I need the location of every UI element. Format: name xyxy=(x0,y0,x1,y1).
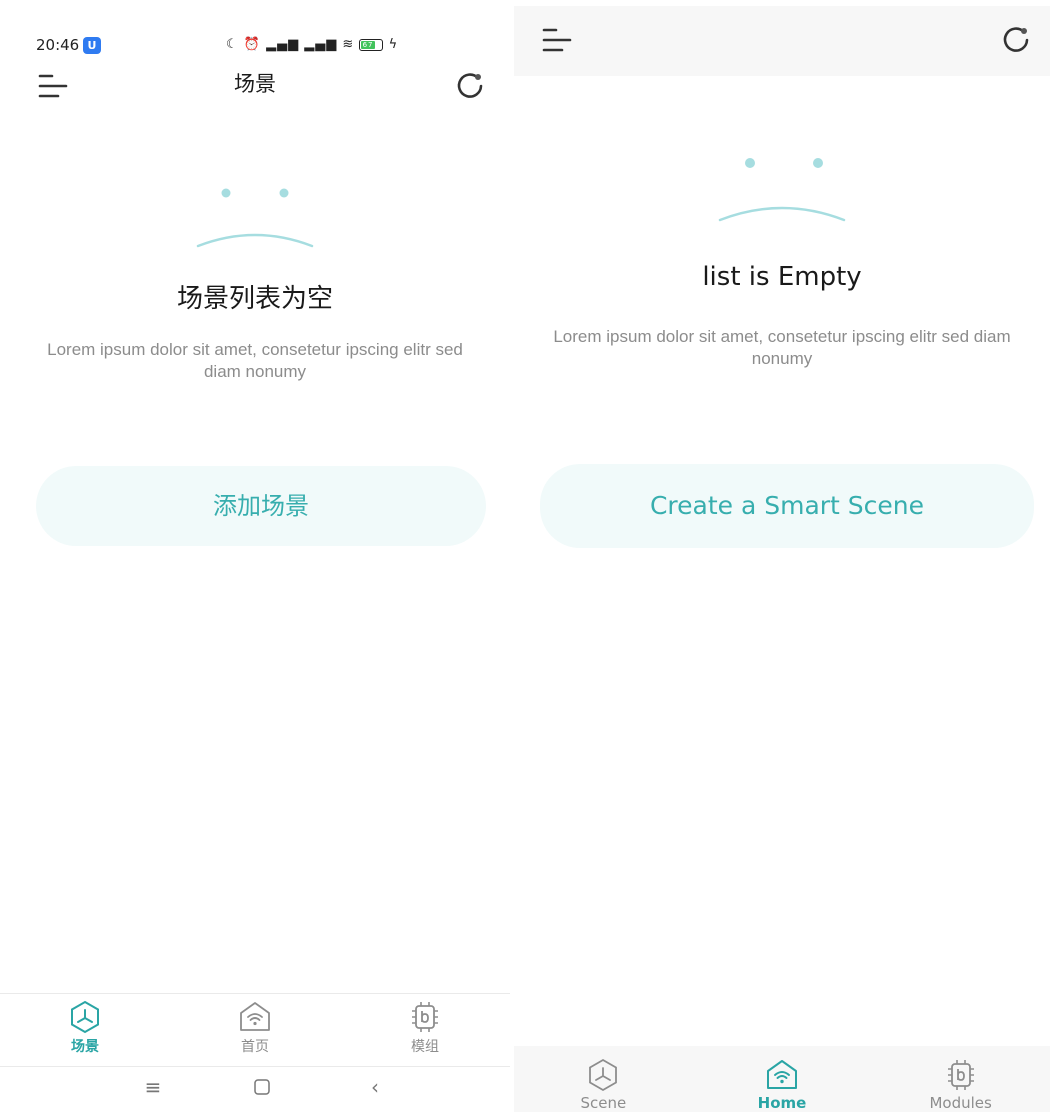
left-screen: 20:46 U ☾ ⏰ ▂▄▆ ▂▄▆ ≋ 67 ϟ 场景 场景列表为空 Lor… xyxy=(0,0,510,1112)
nav-label-modules: 模组 xyxy=(411,1039,439,1055)
home-wifi-icon xyxy=(766,1060,797,1089)
home-wifi-icon xyxy=(240,1002,270,1031)
empty-state: list is Empty Lorem ipsum dolor sit amet… xyxy=(514,150,1050,370)
nav-label-scene: Scene xyxy=(580,1094,627,1112)
bottom-nav-divider xyxy=(0,993,510,994)
battery-icon: 67 xyxy=(359,38,384,51)
sad-face-icon xyxy=(196,188,314,248)
menu-drawer-icon[interactable] xyxy=(36,68,76,108)
nav-item-scene[interactable]: 场景 xyxy=(25,1000,145,1062)
signal-icon: ▂▄▆ xyxy=(266,37,300,52)
notification-app-icon: U xyxy=(83,37,101,54)
signal-icon-2: ▂▄▆ xyxy=(304,37,338,52)
app-bar: 场景 xyxy=(0,62,510,122)
nav-label-home: 首页 xyxy=(241,1039,269,1055)
menu-icon[interactable]: ≡ xyxy=(138,1072,168,1102)
modules-chip-icon xyxy=(947,1060,974,1090)
refresh-icon[interactable] xyxy=(452,68,492,108)
wifi-icon: ≋ xyxy=(342,37,355,52)
charging-icon: ϟ xyxy=(388,37,399,52)
create-smart-scene-button[interactable]: Create a Smart Scene xyxy=(540,464,1034,548)
right-screen: list is Empty Lorem ipsum dolor sit amet… xyxy=(514,0,1050,1112)
empty-title: list is Empty xyxy=(702,262,862,292)
empty-description: Lorem ipsum dolor sit amet, consetetur i… xyxy=(553,327,1011,368)
empty-state: 场景列表为空 Lorem ipsum dolor sit amet, conse… xyxy=(0,180,510,383)
menu-drawer-icon[interactable] xyxy=(540,22,580,62)
nav-item-home[interactable]: Home xyxy=(722,1046,842,1112)
nav-item-modules[interactable]: 模组 xyxy=(365,1000,485,1062)
modules-chip-icon xyxy=(412,1002,438,1032)
system-nav-bar: ≡ ‹ xyxy=(0,1068,510,1112)
status-icons: ☾ ⏰ ▂▄▆ ▂▄▆ ≋ 67 ϟ xyxy=(226,37,398,52)
add-scene-button[interactable]: 添加场景 xyxy=(36,466,486,546)
back-icon[interactable]: ‹ xyxy=(360,1072,390,1102)
bottom-nav: 场景 首页 模组 xyxy=(0,1000,510,1062)
status-bar: 20:46 U ☾ ⏰ ▂▄▆ ▂▄▆ ≋ 67 ϟ xyxy=(0,36,510,62)
nav-item-scene[interactable]: Scene xyxy=(543,1046,663,1112)
app-bar xyxy=(514,6,1050,76)
home-square-icon[interactable] xyxy=(247,1072,277,1102)
scene-icon xyxy=(71,1000,99,1034)
scene-icon xyxy=(589,1058,618,1092)
nav-item-modules[interactable]: Modules xyxy=(901,1046,1021,1112)
page-title: 场景 xyxy=(234,72,276,96)
empty-description: Lorem ipsum dolor sit amet, consetetur i… xyxy=(47,340,463,381)
sad-face-icon xyxy=(718,158,846,222)
nav-item-home[interactable]: 首页 xyxy=(195,1000,315,1062)
system-nav-divider xyxy=(0,1066,510,1067)
refresh-icon[interactable] xyxy=(998,22,1038,62)
status-time: 20:46 xyxy=(36,36,80,54)
alarm-icon: ⏰ xyxy=(243,37,261,52)
moon-icon: ☾ xyxy=(226,37,239,52)
nav-label-modules: Modules xyxy=(929,1094,992,1112)
nav-label-home: Home xyxy=(757,1094,807,1112)
nav-label-scene: 场景 xyxy=(71,1039,99,1055)
empty-title: 场景列表为空 xyxy=(176,284,333,314)
bottom-nav: Scene Home Modules xyxy=(514,1046,1050,1112)
